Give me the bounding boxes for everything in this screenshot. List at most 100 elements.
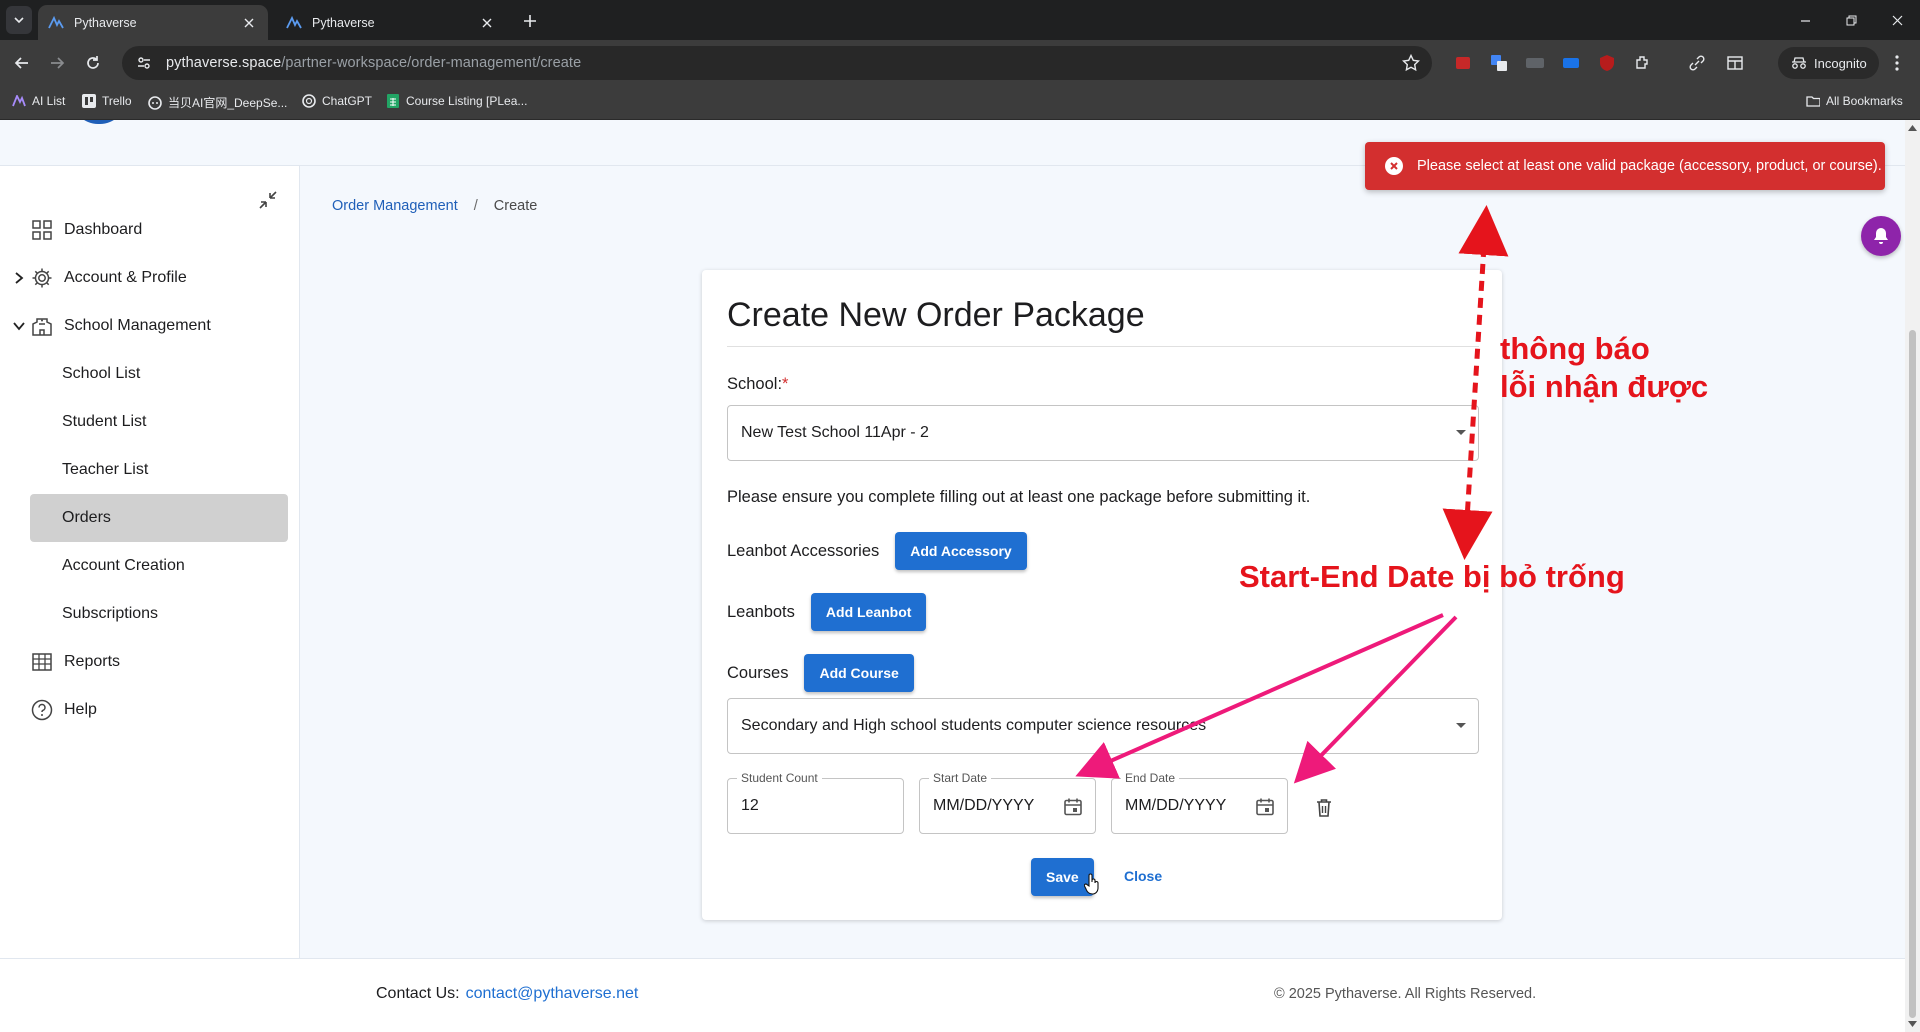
footer: Contact Us: contact@pythaverse.net © 2025… [0,958,1905,1032]
link-icon[interactable] [1686,52,1708,74]
sidebar-item-account-creation[interactable]: Account Creation [30,542,288,590]
course-select[interactable]: Secondary and High school students compu… [727,698,1479,754]
page-title: Create New Order Package [727,296,1145,334]
sidebar-item-student-list[interactable]: Student List [30,398,288,446]
student-count-input[interactable]: Student Count 12 [727,771,904,834]
start-date-placeholder: MM/DD/YYYY [933,797,1035,814]
add-leanbot-button[interactable]: Add Leanbot [810,593,927,631]
minimize-button[interactable] [1782,0,1828,40]
chevron-right-icon [12,271,26,285]
sidebar-item-help[interactable]: Help [30,686,288,734]
sidebar-item-label: School Management [64,317,211,334]
sidebar-item-dashboard[interactable]: Dashboard [30,206,288,254]
start-date-input[interactable]: Start Date MM/DD/YYYY [919,771,1096,834]
bookmark-ai-list[interactable]: AI List [12,94,65,108]
sidebar-item-teacher-list[interactable]: Teacher List [30,446,288,494]
close-button[interactable]: Close [1124,868,1162,884]
all-bookmarks[interactable]: All Bookmarks [1806,94,1903,108]
bookmark-star-icon [1402,54,1420,72]
restore-icon [1846,15,1856,25]
breadcrumb-current: Create [493,198,538,214]
tab-search-button[interactable] [6,6,32,34]
bookmark-chatgpt[interactable]: ChatGPT [302,94,372,108]
copyright-text: © 2025 Pythaverse. All Rights Reserved. [1274,986,1537,1002]
contact-us: Contact Us: contact@pythaverse.net [376,985,638,1003]
contact-label: Contact Us: [376,985,460,1002]
error-circle-icon[interactable] [1385,157,1403,175]
bookmark-dangbei[interactable]: 当贝AI官网_DeepSe... [148,94,287,111]
translate-icon[interactable] [1488,52,1510,74]
arrow-left-icon [14,57,28,69]
calendar-icon[interactable] [1253,795,1277,819]
new-tab-button[interactable] [518,9,542,33]
sidebar-item-label: School List [62,365,141,382]
browser-tab[interactable]: Pythaverse [276,5,506,40]
error-toast: Please select at least one valid package… [1365,142,1885,190]
start-date-label: Start Date [929,771,992,785]
extension-red-icon[interactable] [1452,52,1474,74]
url-host: pythaverse.space [166,55,282,71]
scroll-down-arrow-icon [1908,1021,1917,1027]
address-bar[interactable]: pythaverse.space/partner-workspace/order… [122,46,1432,80]
leanbots-row: Leanbots Add Leanbot [727,593,927,631]
contact-email-link[interactable]: contact@pythaverse.net [466,985,639,1002]
forward-button[interactable] [43,49,71,77]
zip-extension-icon[interactable] [1560,52,1582,74]
sidebar-item-reports[interactable]: Reports [30,638,288,686]
restore-button[interactable] [1828,0,1874,40]
bookmark-label: AI List [32,94,66,108]
close-tab-icon[interactable] [478,14,496,32]
incognito-badge[interactable]: Incognito [1778,47,1879,79]
url-path: /partner-workspace/order-management/crea… [281,55,582,71]
extensions-puzzle-icon[interactable] [1632,52,1654,74]
trello-icon [82,94,96,108]
end-date-placeholder: MM/DD/YYYY [1125,797,1227,814]
school-select[interactable]: New Test School 11Apr - 2 [727,405,1479,461]
arrow-right-icon [51,57,65,69]
tab-title: Pythaverse [74,15,137,30]
end-date-input[interactable]: End Date MM/DD/YYYY [1111,771,1288,834]
close-window-button[interactable] [1874,0,1920,40]
add-accessory-button[interactable]: Add Accessory [895,532,1027,570]
school-icon [30,314,54,338]
browser-toolbar: pythaverse.space/partner-workspace/order… [0,40,1920,86]
sidebar-item-school-list[interactable]: School List [30,350,288,398]
bookmark-label: Trello [102,94,132,108]
breadcrumb: Order Management / Create [332,198,537,214]
reload-button[interactable] [79,49,107,77]
sidebar-item-subscriptions[interactable]: Subscriptions [30,590,288,638]
side-panel-icon[interactable] [1724,52,1746,74]
reload-icon [87,56,99,69]
scrollbar-thumb[interactable] [1909,330,1916,1018]
sidebar-item-label: Dashboard [64,221,143,238]
browser-menu-icon[interactable] [1886,52,1908,74]
bookmark-trello[interactable]: Trello [82,94,132,108]
extension-off-icon[interactable] [1524,52,1546,74]
calendar-icon[interactable] [1061,795,1085,819]
end-date-label: End Date [1121,771,1180,785]
gear-icon [30,266,54,290]
bookmark-label: 当贝AI官网_DeepSe... [168,96,288,110]
add-course-button[interactable]: Add Course [804,654,914,692]
bookmark-course-listing[interactable]: Course Listing [PLea... [386,94,527,108]
app-logo[interactable] [72,120,126,124]
delete-course-icon[interactable] [1313,796,1335,818]
notification-bell-button[interactable] [1861,216,1901,256]
pythaverse-favicon-icon [48,15,64,31]
table-icon [30,650,54,674]
ublock-icon[interactable] [1596,52,1618,74]
sidebar: Dashboard Account & Profile School Manag… [0,166,300,958]
dropdown-arrow-icon [1456,430,1466,435]
close-tab-icon[interactable] [240,14,258,32]
browser-tab-active[interactable]: Pythaverse [38,5,268,40]
sidebar-item-school-management[interactable]: School Management [13,302,288,350]
school-label: School:* [727,375,788,394]
sidebar-item-orders[interactable]: Orders [30,494,288,542]
page-scrollbar[interactable] [1905,120,1920,1032]
sidebar-item-label: Account Creation [62,557,185,574]
sidebar-item-label: Reports [64,653,121,670]
breadcrumb-order-management[interactable]: Order Management [332,198,458,214]
back-button[interactable] [8,49,36,77]
sidebar-item-account-profile[interactable]: Account & Profile [15,254,288,302]
course-select-value: Secondary and High school students compu… [741,717,1207,734]
